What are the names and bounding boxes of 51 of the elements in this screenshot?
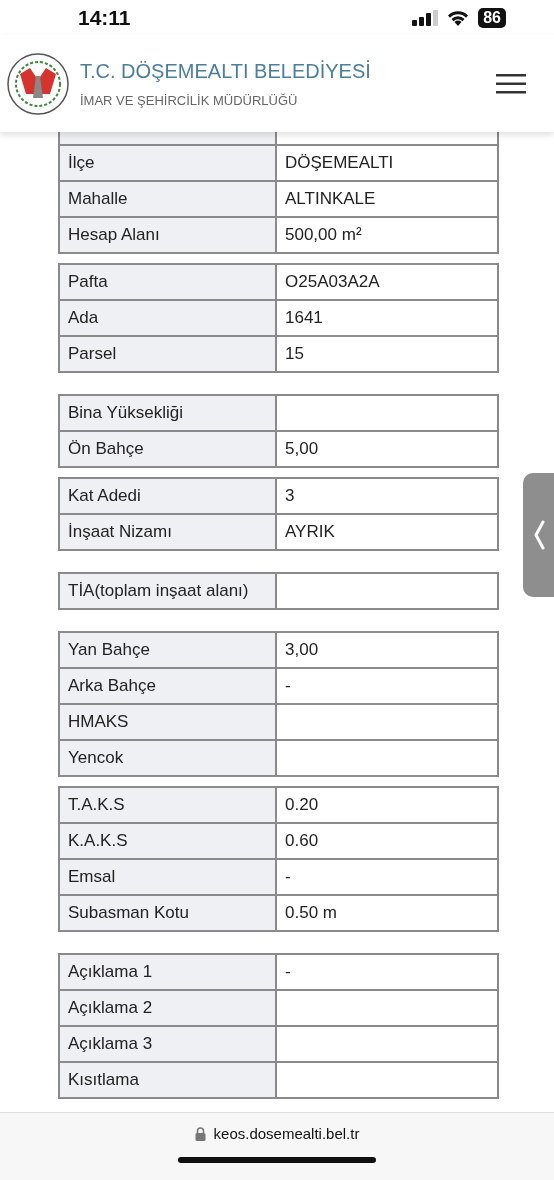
battery-level: 86 xyxy=(478,7,506,28)
chevron-left-icon xyxy=(532,520,545,550)
value-cell-text: 0.20 xyxy=(284,794,320,816)
label-cell: Bina Yüksekliği xyxy=(60,396,277,430)
value-cell-text: ALTINKALE xyxy=(284,188,377,210)
label-cell: Hesap Alanı xyxy=(60,218,277,252)
label-cell: Emsal xyxy=(60,860,277,894)
label-cell: Açıklama 1 xyxy=(60,955,277,989)
value-cell-text: 0.60 xyxy=(284,830,320,852)
value-cell-text: - xyxy=(284,961,292,983)
value-cell-text: 500,00 m² xyxy=(284,224,363,246)
signal-icon xyxy=(412,9,439,26)
label-cell: Subasman Kotu xyxy=(60,896,277,930)
label-cell: T.A.K.S xyxy=(60,788,277,822)
lock-icon xyxy=(194,1126,206,1141)
label-cell: Yencok xyxy=(60,741,277,775)
value-cell-text: 15 xyxy=(284,343,305,365)
label-cell: Yan Bahçe xyxy=(60,633,277,667)
label-cell: K.A.K.S xyxy=(60,824,277,858)
menu-icon[interactable] xyxy=(496,73,526,94)
site-subtitle: İMAR VE ŞEHİRCİLİK MÜDÜRLÜĞÜ xyxy=(80,92,299,108)
value-cell-text: DÖŞEMEALTI xyxy=(284,152,395,174)
value-cell-text: - xyxy=(284,866,292,888)
address-url[interactable]: keos.dosemealti.bel.tr xyxy=(213,1125,360,1142)
label-cell: İnşaat Nizamı xyxy=(60,515,277,549)
side-tab[interactable] xyxy=(523,473,554,597)
status-time: 14:11 xyxy=(78,5,131,30)
label-cell: Arka Bahçe xyxy=(60,669,277,703)
label-cell: Mahalle xyxy=(60,182,277,216)
label-cell: İlçe xyxy=(60,146,277,180)
label-cell: Pafta xyxy=(60,265,277,299)
value-cell-text: 5,00 xyxy=(284,438,320,460)
label-cell: Kısıtlama xyxy=(60,1063,277,1097)
value-cell-text: AYRIK xyxy=(284,521,336,543)
label-cell: Kat Adedi xyxy=(60,479,277,513)
label-cell: TİA(toplam inşaat alanı) xyxy=(60,574,277,608)
value-cell-text: 1641 xyxy=(284,307,324,329)
label-cell: Açıklama 2 xyxy=(60,991,277,1025)
site-title: T.C. DÖŞEMEALTI BELEDİYESİ xyxy=(80,59,372,83)
label-cell: HMAKS xyxy=(60,705,277,739)
value-cell-text: 3 xyxy=(284,485,296,507)
wifi-icon xyxy=(446,9,471,26)
value-cell-text: 3,00 xyxy=(284,639,320,661)
label-cell: Açıklama 3 xyxy=(60,1027,277,1061)
label-cell: Ada xyxy=(60,301,277,335)
value-cell-text: 0.50 m xyxy=(284,902,338,924)
label-cell: Parsel xyxy=(60,337,277,371)
emblem-icon xyxy=(6,51,70,116)
label-cell: Ön Bahçe xyxy=(60,432,277,466)
value-cell-text: - xyxy=(284,675,292,697)
value-cell-text: O25A03A2A xyxy=(284,271,381,293)
